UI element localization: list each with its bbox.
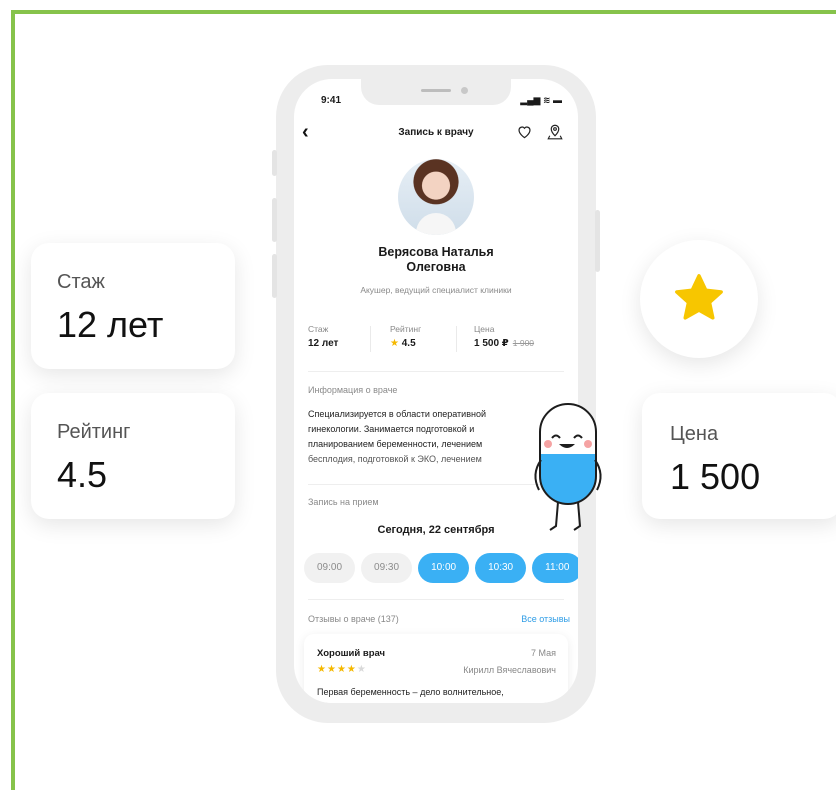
time-slots: 09:00 09:30 10:00 10:30 11:00 [304, 553, 578, 583]
stat-rating-label: Рейтинг [390, 324, 422, 334]
appointment-title: Запись на прием [308, 497, 379, 507]
price-card-label: Цена [670, 423, 719, 445]
doctor-name: Верясова Наталья Олеговна [294, 245, 578, 275]
stat-price-label: Цена [474, 324, 495, 334]
stat-experience-value: 12 лет [308, 338, 339, 349]
phone-mute-switch [272, 150, 277, 176]
experience-card: Стаж 12 лет [31, 243, 235, 369]
nav-bar: ‹ Запись к врачу [294, 119, 578, 149]
time-slot[interactable]: 10:30 [475, 553, 527, 583]
stat-price-value: 1 500 ₽ [474, 338, 509, 349]
experience-card-value: 12 лет [57, 304, 164, 345]
time-slot[interactable]: 09:00 [304, 553, 356, 583]
review-card[interactable]: Хороший врач 7 Мая ★★★★★ Кирилл Вячеслав… [304, 634, 568, 703]
doctor-specialty: Акушер, ведущий специалист клиники [360, 285, 512, 295]
star-icon [675, 274, 723, 320]
speaker [421, 89, 451, 92]
phone-volume-down [272, 254, 277, 298]
rating-card-value: 4.5 [57, 454, 108, 495]
doctor-avatar [398, 159, 474, 235]
stat-rating-value: 4.5 [401, 338, 416, 349]
review-author: Кирилл Вячеславович [463, 665, 556, 675]
phone-notch [361, 79, 511, 105]
time-slot[interactable]: 09:30 [361, 553, 413, 583]
info-line: Специализируется в области оперативной [308, 409, 486, 419]
section-divider [308, 371, 564, 372]
stat-divider [370, 326, 371, 352]
star-speech-bubble [640, 240, 758, 358]
stat-price-value-row: 1 500 ₽1 900 [474, 338, 534, 349]
rating-card: Рейтинг 4.5 [31, 393, 235, 519]
price-card: Цена 1 500 [642, 393, 836, 519]
stat-experience-label: Стаж [308, 324, 329, 334]
info-text: Специализируется в области оперативной г… [308, 407, 528, 467]
rating-star-icon: ★ [390, 338, 399, 349]
rating-card-label: Рейтинг [57, 421, 131, 443]
review-text: Первая беременность – дело волнительное, [317, 687, 504, 697]
avatar-body [416, 213, 456, 235]
time-slot[interactable]: 11:00 [532, 553, 578, 583]
status-icons: ▂▄▆ ≋ ▬ [520, 95, 562, 105]
status-time: 9:41 [321, 95, 342, 106]
phone-screen: 9:41 ▂▄▆ ≋ ▬ ‹ Запись к врачу Верясова Н… [294, 79, 578, 703]
star-empty-icon: ★ [356, 664, 367, 675]
stat-price: Цена 1 500 ₽1 900 [474, 324, 534, 349]
heart-icon[interactable] [516, 124, 533, 139]
stat-divider [456, 326, 457, 352]
info-line: бесплодия, подготовкой к ЭКО, лечением [308, 454, 482, 464]
info-line: планированием беременности, лечением [308, 439, 483, 449]
star-icon: ★ [346, 664, 357, 675]
doctor-name-line2: Олеговна [406, 260, 466, 274]
camera [461, 87, 468, 94]
phone-volume-up [272, 198, 277, 242]
review-date: 7 Мая [531, 648, 556, 658]
stat-rating: Рейтинг ★ 4.5 [390, 324, 421, 349]
review-title: Хороший врач [317, 648, 386, 659]
reviews-title: Отзывы о враче (137) [308, 614, 399, 624]
stat-experience: Стаж 12 лет [308, 324, 338, 349]
info-title: Информация о враче [308, 385, 398, 395]
review-stars: ★★★★★ [317, 664, 367, 675]
location-pin-icon[interactable] [546, 123, 564, 141]
pill-mascot-icon [534, 403, 602, 531]
star-icon: ★ [317, 664, 327, 675]
stat-rating-value-row: ★ 4.5 [390, 338, 421, 349]
section-divider [308, 599, 564, 600]
doctor-stats: Стаж 12 лет Рейтинг ★ 4.5 Цена 1 500 ₽1 … [308, 324, 564, 364]
all-reviews-link[interactable]: Все отзывы [521, 614, 570, 624]
experience-card-label: Стаж [57, 271, 105, 293]
star-icon: ★ [336, 664, 347, 675]
doctor-name-line1: Верясова Наталья [378, 245, 494, 259]
phone-power-button [595, 210, 600, 272]
time-slot[interactable]: 10:00 [418, 553, 470, 583]
price-card-value: 1 500 [670, 456, 761, 497]
star-icon: ★ [326, 664, 337, 675]
info-line: гинекологии. Занимается подготовкой и [308, 424, 475, 434]
stat-price-old: 1 900 [512, 338, 535, 348]
nav-title: Запись к врачу [398, 127, 474, 138]
